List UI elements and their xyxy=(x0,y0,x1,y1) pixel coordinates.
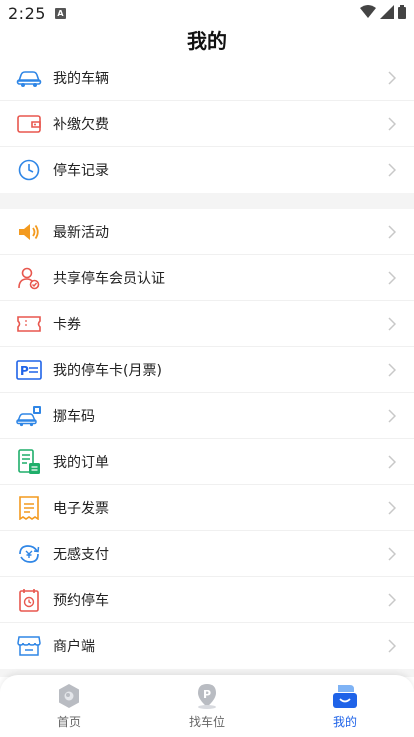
clock-icon xyxy=(16,157,42,183)
battery-icon xyxy=(398,5,406,19)
chevron-right-icon xyxy=(388,593,396,607)
menu-label: 补缴欠费 xyxy=(53,116,109,133)
chevron-right-icon xyxy=(388,163,396,177)
menu-item-parking-records[interactable]: 停车记录 xyxy=(0,147,414,193)
chevron-right-icon xyxy=(388,225,396,239)
svg-text:P: P xyxy=(203,688,211,701)
reserve-icon xyxy=(16,587,42,613)
menu-label: 停车记录 xyxy=(53,163,109,179)
chevron-right-icon xyxy=(388,501,396,515)
chevron-right-icon xyxy=(388,547,396,561)
signal-icon xyxy=(380,5,394,19)
profile-icon xyxy=(333,685,357,708)
menu-label: 预约停车 xyxy=(53,592,109,609)
bottom-tab-bar: 首页 P 找车位 我的 xyxy=(0,675,414,737)
ticket-icon xyxy=(16,311,42,337)
tab-label: 找车位 xyxy=(188,715,225,729)
chevron-right-icon xyxy=(388,117,396,131)
menu-item-move-car-code[interactable]: 挪车码 xyxy=(0,393,414,439)
menu-label: 我的车辆 xyxy=(53,70,109,87)
page-title: 我的 xyxy=(187,29,227,53)
invoice-icon xyxy=(16,495,42,521)
menu-item-pay-arrears[interactable]: 补缴欠费 xyxy=(0,101,414,147)
tab-home[interactable]: 首页 xyxy=(0,675,138,737)
chevron-right-icon xyxy=(388,363,396,377)
move-car-icon xyxy=(16,403,42,429)
order-icon xyxy=(16,448,42,475)
group-divider xyxy=(0,193,414,209)
chevron-right-icon xyxy=(388,317,396,331)
menu-item-contactless-payment[interactable]: 无感支付 xyxy=(0,531,414,577)
menu-item-e-invoice[interactable]: 电子发票 xyxy=(0,485,414,531)
tab-profile[interactable]: 我的 xyxy=(276,675,414,737)
svg-text:P: P xyxy=(20,364,29,378)
menu-label: 最新活动 xyxy=(53,224,109,241)
menu-item-member-verification[interactable]: 共享停车会员认证 xyxy=(0,255,414,301)
menu-label: 卡券 xyxy=(53,316,81,333)
menu-label: 电子发票 xyxy=(53,500,109,517)
car-icon xyxy=(16,65,42,91)
member-verify-icon xyxy=(16,265,42,291)
menu-label: 我的停车卡(月票) xyxy=(53,362,162,379)
wifi-icon xyxy=(360,5,376,18)
menu-label: 挪车码 xyxy=(53,408,95,425)
contactless-pay-icon xyxy=(16,541,42,567)
store-icon xyxy=(16,633,42,659)
tab-label: 首页 xyxy=(56,715,81,729)
status-bar: 2:25 A xyxy=(0,0,414,28)
tab-find-parking[interactable]: P 找车位 xyxy=(138,675,276,737)
tab-label: 我的 xyxy=(332,715,357,729)
chevron-right-icon xyxy=(388,409,396,423)
menu-item-my-vehicles[interactable]: 我的车辆 xyxy=(0,55,414,101)
menu-group-vehicle: 我的车辆 补缴欠费 停车记录 xyxy=(0,55,414,193)
menu-item-reserve-parking[interactable]: 预约停车 xyxy=(0,577,414,623)
status-indicators xyxy=(360,5,406,19)
notification-icon: A xyxy=(55,8,66,19)
parking-card-icon: P xyxy=(16,357,42,383)
menu-label: 我的订单 xyxy=(53,454,109,471)
speaker-icon xyxy=(16,219,42,245)
chevron-right-icon xyxy=(388,271,396,285)
parking-locator-icon: P xyxy=(198,684,216,709)
menu-group-services: 最新活动 共享停车会员认证 卡券 P 我的停车卡(月票) 挪车码 我的订单 电子… xyxy=(0,209,414,669)
chevron-right-icon xyxy=(388,71,396,85)
menu-item-coupons[interactable]: 卡券 xyxy=(0,301,414,347)
status-time: 2:25 xyxy=(8,4,46,23)
menu-label: 无感支付 xyxy=(53,546,109,563)
wallet-icon xyxy=(16,111,42,137)
menu-item-parking-card[interactable]: P 我的停车卡(月票) xyxy=(0,347,414,393)
home-icon xyxy=(59,684,79,708)
chevron-right-icon xyxy=(388,639,396,653)
menu-item-latest-activity[interactable]: 最新活动 xyxy=(0,209,414,255)
menu-label: 商户端 xyxy=(53,639,95,655)
menu-item-my-orders[interactable]: 我的订单 xyxy=(0,439,414,485)
menu-label: 共享停车会员认证 xyxy=(53,270,165,287)
chevron-right-icon xyxy=(388,455,396,469)
menu-item-merchant[interactable]: 商户端 xyxy=(0,623,414,669)
